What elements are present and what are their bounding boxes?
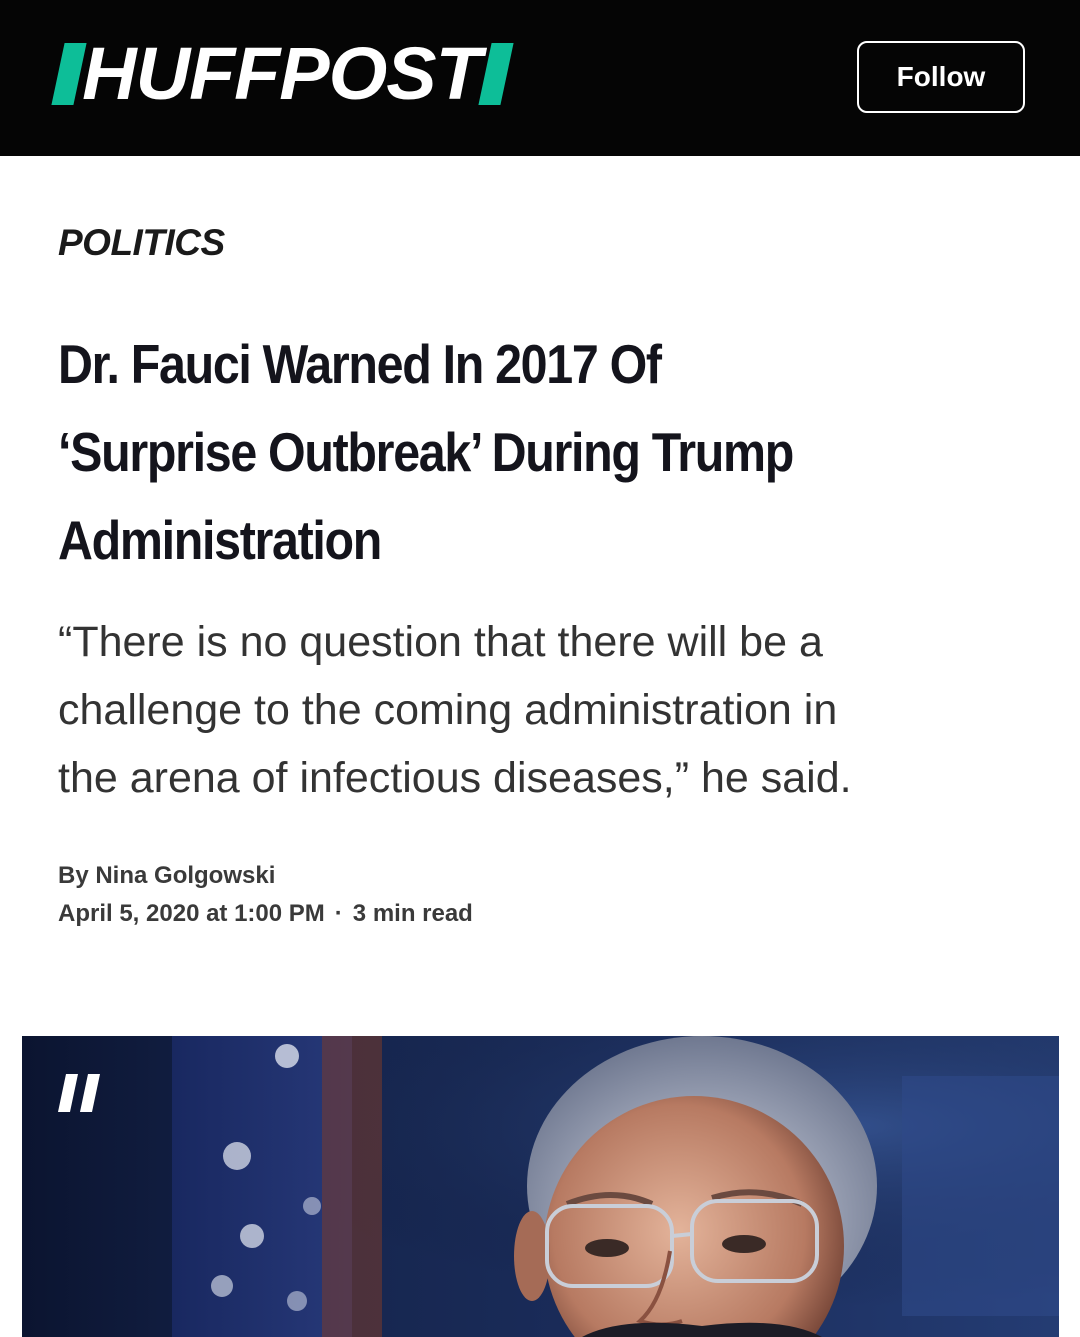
author-byline[interactable]: By Nina Golgowski <box>58 862 275 890</box>
huffpost-logo[interactable]: HUFFPOST <box>51 32 514 115</box>
dek-line: challenge to the coming administration i… <box>58 686 838 734</box>
dek-line: the arena of infectious diseases,” he sa… <box>58 754 852 802</box>
read-time: 3 min read <box>352 900 473 927</box>
logo-right-bar <box>478 43 514 105</box>
logo-text: HUFFPOST <box>82 32 482 115</box>
headline-line: Administration <box>58 509 382 571</box>
huffpost-quote-icon <box>58 1074 100 1112</box>
portrait-photo <box>22 1036 1059 1337</box>
section-label[interactable]: POLITICS <box>58 222 225 264</box>
publish-date: April 5, 2020 at 1:00 PM <box>58 900 325 927</box>
article-dek: “There is no question that there will be… <box>58 608 1018 812</box>
dek-line: “There is no question that there will be… <box>58 618 823 666</box>
publish-dateline: April 5, 2020 at 1:00 PM · 3 min read <box>58 900 473 928</box>
meta-separator: · <box>334 900 343 927</box>
article-headline: Dr. Fauci Warned In 2017 Of ‘Surprise Ou… <box>58 320 920 584</box>
headline-line: ‘Surprise Outbreak’ During Trump <box>58 421 794 483</box>
top-bar: HUFFPOST Follow <box>0 0 1080 156</box>
headline-line: Dr. Fauci Warned In 2017 Of <box>58 333 662 395</box>
hero-image[interactable] <box>22 1036 1059 1337</box>
follow-button[interactable]: Follow <box>857 41 1025 113</box>
